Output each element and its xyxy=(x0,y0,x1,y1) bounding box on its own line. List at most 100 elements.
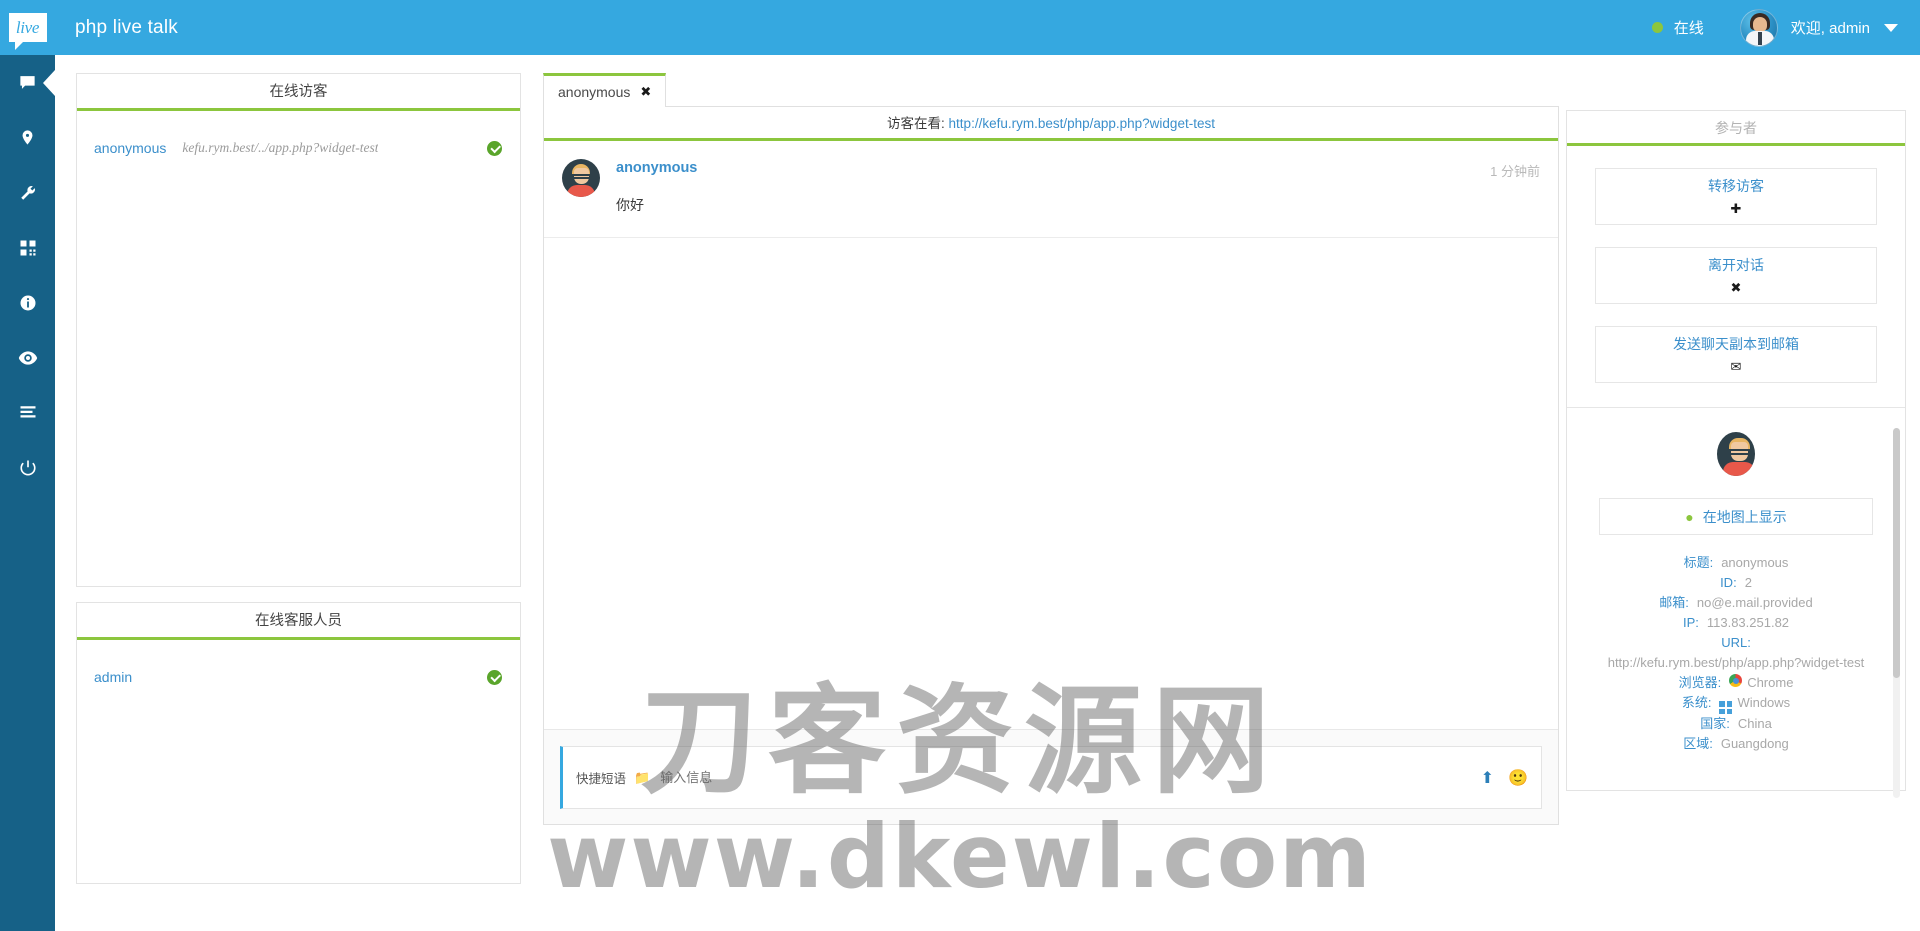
emoji-icon[interactable]: 🙂 xyxy=(1508,768,1528,788)
detail-row-country: 国家: China xyxy=(1581,714,1891,734)
sidebar-item-settings[interactable] xyxy=(0,165,55,220)
email-transcript-button[interactable]: 发送聊天副本到邮箱 ✉ xyxy=(1595,326,1877,383)
windows-icon xyxy=(1719,701,1733,715)
message-timestamp: 1 分钟前 xyxy=(1490,164,1540,179)
detail-value: anonymous xyxy=(1721,555,1789,570)
envelope-icon: ✉ xyxy=(1730,359,1742,374)
tab-anonymous[interactable]: anonymous ✖ xyxy=(543,73,667,107)
participants-title: 参与者 xyxy=(1567,111,1905,146)
online-operators-title: 在线客服人员 xyxy=(77,603,520,640)
app-logo[interactable]: live xyxy=(0,0,55,55)
operator-name[interactable]: admin xyxy=(94,669,132,685)
transfer-visitor-label: 转移访客 xyxy=(1708,178,1764,194)
eye-icon xyxy=(18,350,38,366)
message-author: anonymous xyxy=(616,160,698,176)
list-bars-icon xyxy=(19,405,37,421)
visitor-viewing-label: 访客在看: xyxy=(887,116,945,131)
transfer-visitor-button[interactable]: 转移访客 ✚ xyxy=(1595,168,1877,225)
online-visitors-list: anonymous kefu.rym.best/../app.php?widge… xyxy=(77,129,520,586)
qrcode-icon xyxy=(19,239,37,257)
operator-online-check-icon xyxy=(487,669,502,685)
detail-value-url: http://kefu.rym.best/php/app.php?widget-… xyxy=(1607,655,1865,670)
chat-icon xyxy=(18,73,37,92)
visitor-name[interactable]: anonymous xyxy=(94,140,166,156)
visitor-viewing-url[interactable]: http://kefu.rym.best/php/app.php?widget-… xyxy=(949,116,1215,131)
close-icon[interactable]: ✖ xyxy=(640,85,651,98)
detail-row-browser: 浏览器: Chrome xyxy=(1581,673,1891,693)
online-status-dot-icon xyxy=(1651,22,1663,33)
logo-text: live xyxy=(15,18,40,37)
online-operators-panel: 在线客服人员 admin xyxy=(76,602,521,884)
sidebar-item-monitor[interactable] xyxy=(0,330,55,385)
visitor-info: ● 在地图上显示 标题: anonymous ID: 2 邮箱: no@e.ma… xyxy=(1567,408,1905,818)
sidebar-item-qrcode[interactable] xyxy=(0,220,55,275)
detail-value: no@e.mail.provided xyxy=(1696,595,1813,610)
top-header: live php live talk 在线 欢迎, admin xyxy=(0,0,1920,55)
visitor-details-list: 标题: anonymous ID: 2 邮箱: no@e.mail.provid… xyxy=(1567,553,1905,754)
sidebar-item-logs[interactable] xyxy=(0,385,55,440)
avatar[interactable] xyxy=(1739,8,1778,47)
scrollbar[interactable] xyxy=(1893,428,1900,798)
chevron-down-icon[interactable] xyxy=(1884,23,1898,32)
page-title: php live talk xyxy=(75,16,178,38)
sidebar-item-map[interactable] xyxy=(0,110,55,165)
power-icon xyxy=(19,459,37,477)
detail-value: 2 xyxy=(1744,575,1752,590)
header-right-group: 在线 欢迎, admin xyxy=(1651,8,1920,47)
close-icon: ✖ xyxy=(1730,280,1742,295)
detail-row-os: 系统: Windows xyxy=(1581,693,1891,715)
quick-phrases-label[interactable]: 快捷短语 xyxy=(576,768,626,787)
plus-icon: ✚ xyxy=(1730,201,1742,216)
email-transcript-label: 发送聊天副本到邮箱 xyxy=(1673,336,1799,352)
sidebar-item-logout[interactable] xyxy=(0,440,55,495)
sidebar-item-info[interactable] xyxy=(0,275,55,330)
upload-icon[interactable]: ⬆ xyxy=(1481,768,1494,788)
detail-key: 区域: xyxy=(1683,736,1713,752)
leave-chat-label: 离开对话 xyxy=(1708,257,1764,273)
left-column: 在线访客 anonymous kefu.rym.best/../app.php?… xyxy=(76,73,521,884)
detail-key: 标题: xyxy=(1683,555,1714,570)
list-item[interactable]: anonymous kefu.rym.best/../app.php?widge… xyxy=(77,129,520,167)
folder-icon[interactable]: 📁 xyxy=(634,770,650,786)
map-pin-icon xyxy=(19,128,36,147)
wrench-icon xyxy=(19,184,37,202)
welcome-label[interactable]: 欢迎, admin xyxy=(1791,17,1870,38)
detail-row-region: 区域: Guangdong xyxy=(1581,734,1891,754)
online-visitors-panel: 在线访客 anonymous kefu.rym.best/../app.php?… xyxy=(76,73,521,587)
scrollbar-thumb[interactable] xyxy=(1893,428,1900,678)
chrome-icon xyxy=(1729,674,1743,687)
detail-row-ip: IP: 113.83.251.82 xyxy=(1581,613,1891,633)
composer[interactable]: 快捷短语 📁 ⬆ 🙂 xyxy=(560,746,1542,809)
sidebar-item-chat[interactable] xyxy=(0,55,55,110)
detail-key: 邮箱: xyxy=(1659,595,1689,610)
message-row: anonymous 1 分钟前 你好 xyxy=(544,141,1558,238)
chat-panel: 访客在看: http://kefu.rym.best/php/app.php?w… xyxy=(543,107,1559,825)
detail-row-email: 邮箱: no@e.mail.provided xyxy=(1581,593,1891,613)
message-list: anonymous 1 分钟前 你好 xyxy=(544,141,1558,727)
chat-tabs: anonymous ✖ xyxy=(543,73,1559,107)
message-text: 你好 xyxy=(616,197,644,213)
right-panel: 参与者 转移访客 ✚ 离开对话 ✖ 发送聊天副本到邮箱 ✉ ● 在地图上显示 标… xyxy=(1566,110,1906,798)
message-body: anonymous 1 分钟前 你好 xyxy=(616,159,1540,215)
online-status-label[interactable]: 在线 xyxy=(1674,17,1704,38)
leave-chat-button[interactable]: 离开对话 ✖ xyxy=(1595,247,1877,304)
detail-key: 浏览器: xyxy=(1678,675,1722,690)
composer-area: 快捷短语 📁 ⬆ 🙂 xyxy=(544,729,1558,824)
visitor-url: kefu.rym.best/../app.php?widget-test xyxy=(182,140,379,155)
online-operators-list: admin xyxy=(77,658,520,883)
detail-row-title: 标题: anonymous xyxy=(1581,553,1891,573)
message-avatar xyxy=(562,159,600,197)
show-on-map-button[interactable]: ● 在地图上显示 xyxy=(1599,498,1873,535)
message-input[interactable] xyxy=(660,770,1481,785)
visitor-online-check-icon xyxy=(487,140,502,156)
detail-value: Windows xyxy=(1737,695,1791,710)
logo-bubble-icon: live xyxy=(8,13,47,50)
list-item[interactable]: admin xyxy=(77,658,520,696)
map-pin-icon: ● xyxy=(1685,508,1694,525)
detail-key: 国家: xyxy=(1700,716,1730,732)
info-circle-icon xyxy=(19,294,37,312)
detail-value: 113.83.251.82 xyxy=(1706,615,1790,630)
detail-key: 系统: xyxy=(1681,695,1712,710)
detail-value: Chrome xyxy=(1747,675,1794,690)
detail-key: IP: xyxy=(1682,615,1699,630)
